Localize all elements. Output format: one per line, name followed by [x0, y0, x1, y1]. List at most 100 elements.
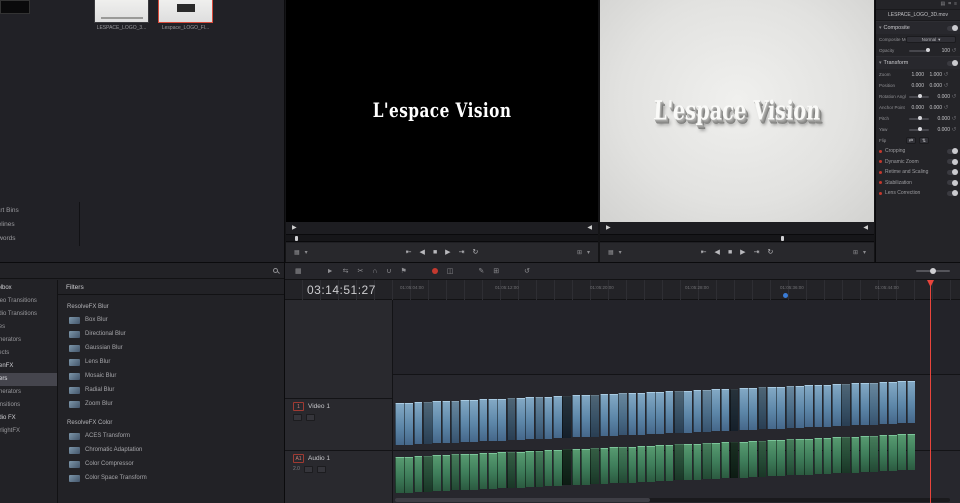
flip-horizontal-button[interactable]: ⇄	[906, 137, 916, 144]
timeline-audio-clip[interactable]	[553, 450, 562, 486]
media-clip-card[interactable]: LESPACE_LOGO_3...	[94, 0, 149, 31]
timeline-video-clip[interactable]	[600, 394, 609, 436]
timeline-video-clip[interactable]	[479, 399, 488, 441]
viewer-tools-icon[interactable]: ⊞	[577, 249, 582, 256]
timeline-audio-clip[interactable]	[609, 447, 618, 483]
track-mute-icon[interactable]	[304, 466, 313, 473]
timeline-audio-clip[interactable]	[432, 455, 441, 491]
filter-item-radial-blur[interactable]: Radial Blur	[58, 383, 284, 397]
timeline-video-clip[interactable]	[665, 391, 674, 433]
timeline-audio-clip[interactable]	[758, 441, 767, 477]
timeline-ruler[interactable]: 01:05:04:0001:05:12:0001:05:20:0001:05:2…	[285, 280, 960, 300]
inspector-grid-icon[interactable]: ▤	[941, 2, 946, 7]
in-point-icon[interactable]: ▶	[292, 224, 297, 231]
section-cropping[interactable]: Cropping	[876, 146, 960, 157]
timeline-audio-clip[interactable]	[739, 442, 748, 478]
timeline-audio-clip[interactable]	[442, 455, 451, 491]
effects-nav-titles[interactable]: Titles	[0, 321, 57, 334]
yaw-slider[interactable]	[909, 129, 929, 131]
composite-mode-select[interactable]: Normal▾	[906, 36, 956, 43]
timeline-zoom-slider[interactable]	[916, 270, 950, 272]
timeline-audio-clip[interactable]	[507, 452, 516, 488]
link-clips-icon[interactable]: ◫	[447, 268, 454, 275]
inspector-menu-icon[interactable]: ≡	[954, 2, 957, 7]
insert-clip-icon[interactable]: ∩	[372, 268, 377, 275]
section-composite[interactable]: ▾Composite	[876, 21, 960, 34]
timeline-audio-clip[interactable]	[786, 439, 795, 475]
timeline-hscrollbar[interactable]	[395, 498, 950, 502]
timeline-video-clip[interactable]	[460, 400, 469, 442]
filter-item-color-compressor[interactable]: Color Compressor	[58, 457, 284, 471]
flip-vertical-button[interactable]: ⇅	[919, 137, 929, 144]
effects-nav-filters[interactable]: Filters	[0, 373, 57, 386]
timeline-audio-clip[interactable]	[395, 457, 404, 493]
filter-item-mosaic-blur[interactable]: Mosaic Blur	[58, 369, 284, 383]
timeline-video-clip[interactable]	[507, 398, 516, 440]
timeline-video-clip[interactable]	[786, 386, 795, 428]
x-value[interactable]: 0.000	[906, 83, 924, 89]
timeline-video-clip[interactable]	[404, 403, 413, 445]
timeline-audio-clip[interactable]	[795, 439, 804, 475]
filter-item-gaussian-blur[interactable]: Gaussian Blur	[58, 341, 284, 355]
timeline-video-clip[interactable]	[395, 403, 404, 445]
x-value[interactable]: 0.000	[906, 105, 924, 111]
effects-nav-generators[interactable]: Generators	[0, 334, 57, 347]
out-point-icon[interactable]: ◀	[587, 224, 592, 231]
y-value[interactable]: 1.000	[924, 72, 942, 78]
timeline-audio-clip[interactable]	[646, 446, 655, 482]
effects-search-bar[interactable]	[0, 263, 284, 279]
section-enable-toggle[interactable]	[947, 191, 958, 196]
section-transform[interactable]: ▾Transform	[876, 56, 960, 69]
timeline-video-clip[interactable]	[795, 386, 804, 428]
timeline-video-clip[interactable]	[442, 401, 451, 443]
selection-mode-icon[interactable]: ►	[327, 268, 334, 275]
timeline-audio-clip[interactable]	[637, 446, 646, 482]
section-enable-toggle[interactable]	[947, 26, 958, 31]
inspector-search-icon[interactable]: ⌗	[948, 2, 951, 7]
timeline-audio-clip[interactable]	[841, 437, 850, 473]
stop-icon[interactable]: ■	[433, 249, 437, 256]
timeline-audio-clip[interactable]	[423, 456, 432, 492]
viewer-scrub-bar[interactable]	[600, 234, 874, 242]
viewer-tools-icon[interactable]: ⊞	[853, 249, 858, 256]
viewer-menu-icon[interactable]: ▾	[587, 249, 590, 256]
timeline-audio-clip[interactable]	[590, 448, 599, 484]
video-destination-button[interactable]: 1	[293, 402, 304, 411]
timeline-audio-clip[interactable]	[823, 438, 832, 474]
reset-icon[interactable]: ↺	[942, 105, 950, 111]
audio-track-header[interactable]: A1 Audio 1 2.0	[285, 450, 393, 503]
timeline-video-clip[interactable]	[628, 393, 637, 435]
play-icon[interactable]: ▶	[445, 249, 450, 256]
razor-tool-icon[interactable]: ✂	[357, 268, 363, 275]
section-retime-and-scaling[interactable]: Retime and Scaling	[876, 167, 960, 178]
loop-icon[interactable]: ↻	[767, 249, 773, 256]
slider-knob[interactable]	[918, 116, 922, 120]
timeline-video-clip[interactable]	[618, 393, 627, 435]
y-value[interactable]: 0.000	[924, 105, 942, 111]
section-stabilization[interactable]: Stabilization	[876, 178, 960, 189]
section-enable-toggle[interactable]	[947, 180, 958, 185]
reset-icon[interactable]: ↺	[950, 116, 958, 122]
effects-nav-openfx[interactable]: OpenFX	[0, 360, 57, 373]
timeline-video-clip[interactable]	[544, 397, 553, 439]
timeline-video-clip[interactable]	[674, 391, 683, 433]
timeline-audio-clip[interactable]	[888, 435, 897, 471]
trim-edit-mode-icon[interactable]: ⇆	[343, 268, 349, 275]
timeline-video-clip[interactable]	[516, 398, 525, 440]
timeline-video-clip[interactable]	[637, 393, 646, 435]
timeline-audio-clip[interactable]	[851, 437, 860, 473]
timeline-video-clip[interactable]	[711, 389, 720, 431]
timeline-audio-clip[interactable]	[404, 457, 413, 493]
timeline-audio-clip[interactable]	[516, 452, 525, 488]
transition-icon[interactable]: ⊞	[493, 268, 499, 275]
x-value[interactable]: 1.000	[906, 72, 924, 78]
slider-knob[interactable]	[918, 127, 922, 131]
play-icon[interactable]: ▶	[740, 249, 745, 256]
timeline-audio-clip[interactable]	[776, 440, 785, 476]
timeline-audio-clip[interactable]	[581, 449, 590, 485]
timeline-viewer-screen[interactable]: L'espace Vision	[600, 0, 874, 222]
timeline-audio-clip[interactable]	[628, 447, 637, 483]
timeline-audio-clip[interactable]	[702, 443, 711, 479]
pitch-slider[interactable]	[909, 118, 929, 120]
timeline-view-options-icon[interactable]: ▦	[295, 268, 302, 275]
